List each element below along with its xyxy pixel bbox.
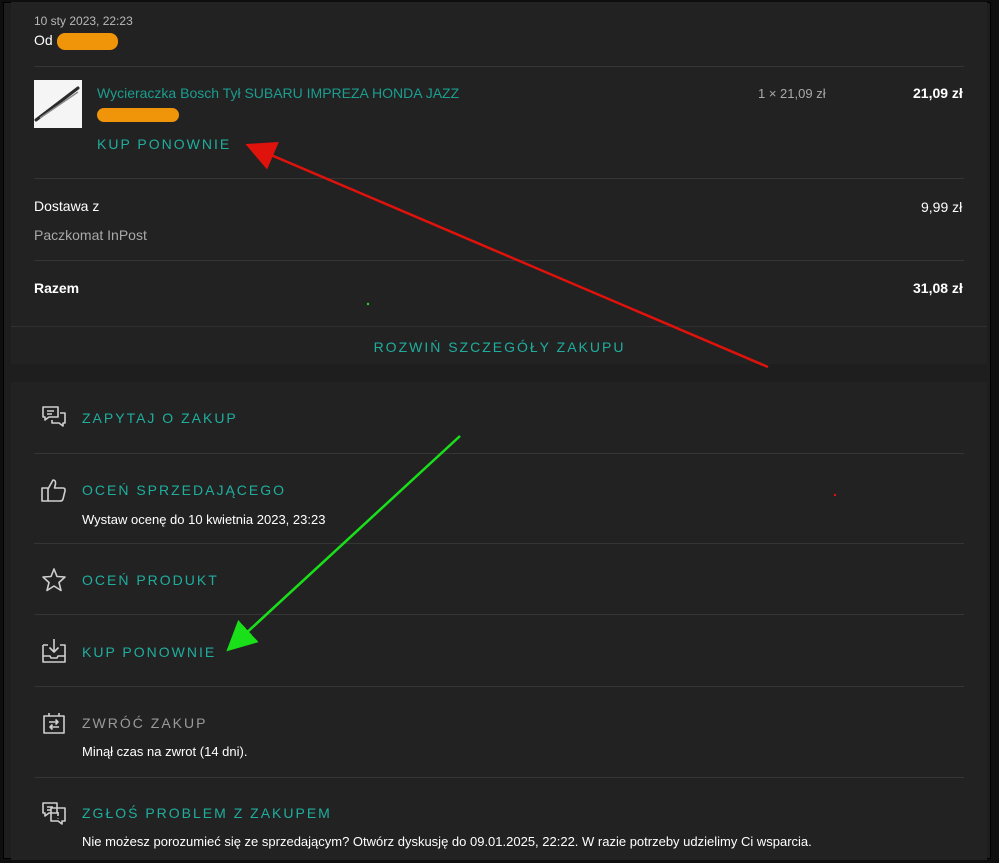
divider	[34, 453, 964, 454]
product-title-link[interactable]: Wycieraczka Bosch Tył SUBARU IMPREZA HON…	[97, 85, 459, 101]
delivery-price: 9,99 zł	[921, 199, 963, 215]
total-label: Razem	[34, 280, 80, 296]
buy-again-link[interactable]: KUP PONOWNIE	[97, 136, 231, 152]
star-icon	[40, 566, 68, 594]
divider	[34, 260, 964, 261]
divider	[34, 178, 964, 179]
order-date: 10 sty 2023, 22:23	[34, 14, 133, 28]
item-total: 21,09 zł	[913, 85, 963, 101]
rate-seller-action[interactable]: OCEŃ SPRZEDAJĄCEGO	[82, 482, 286, 498]
redacted-product-detail	[97, 108, 179, 122]
return-icon	[40, 709, 68, 737]
return-purchase-action: ZWRÓĆ ZAKUP	[82, 715, 208, 731]
divider	[34, 66, 964, 67]
ask-about-purchase-action[interactable]: ZAPYTAJ O ZAKUP	[82, 410, 238, 426]
redacted-seller-name	[57, 33, 118, 50]
box-download-icon	[40, 637, 68, 665]
expand-details-button[interactable]: ROZWIŃ SZCZEGÓŁY ZAKUPU	[0, 339, 999, 355]
report-problem-note: Nie możesz porozumieć się ze sprzedający…	[82, 834, 812, 849]
seller-from-label: Od	[34, 32, 53, 48]
order-summary-card	[11, 2, 987, 364]
divider	[34, 686, 964, 687]
report-chat-icon	[40, 799, 68, 827]
chat-bubbles-icon	[40, 403, 68, 431]
divider	[34, 777, 964, 778]
delivery-method: Paczkomat InPost	[34, 227, 147, 243]
product-thumbnail[interactable]	[34, 80, 82, 128]
return-period-expired-note: Minął czas na zwrot (14 dni).	[82, 744, 248, 759]
divider	[34, 614, 964, 615]
rate-product-action[interactable]: OCEŃ PRODUKT	[82, 572, 219, 588]
divider	[34, 543, 964, 544]
report-problem-action[interactable]: ZGŁOŚ PROBLEM Z ZAKUPEM	[82, 805, 332, 821]
buy-again-action[interactable]: KUP PONOWNIE	[82, 644, 216, 660]
order-total: 31,08 zł	[913, 280, 963, 296]
delivery-label: Dostawa z	[34, 198, 100, 214]
unit-price: 1 × 21,09 zł	[758, 86, 826, 101]
rate-seller-deadline: Wystaw ocenę do 10 kwietnia 2023, 23:23	[82, 512, 326, 527]
divider	[11, 326, 987, 327]
thumbs-up-icon	[40, 476, 68, 504]
